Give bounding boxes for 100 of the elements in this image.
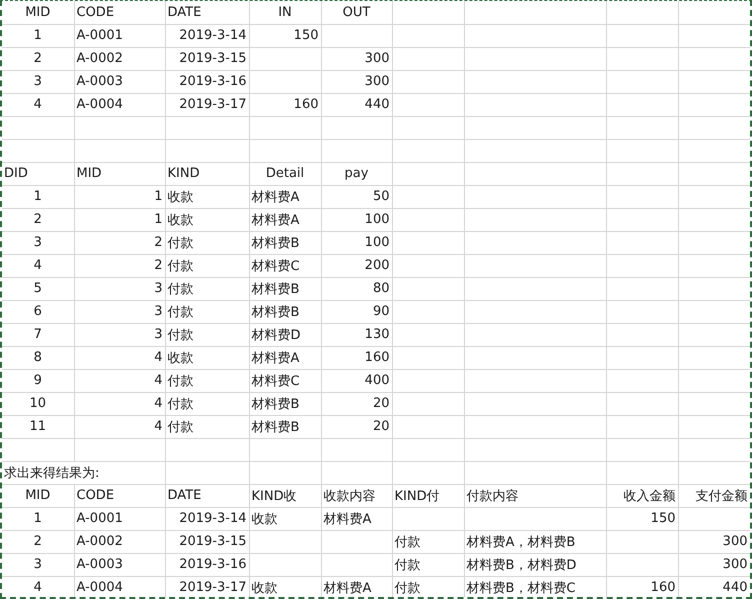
table-cell: 2 <box>2 47 74 70</box>
table-cell: 4 <box>74 346 165 369</box>
column-header: IN <box>249 1 321 24</box>
table-cell: 1 <box>2 507 74 530</box>
table-cell: 材料费C <box>249 369 321 392</box>
table-cell: 1 <box>2 185 74 208</box>
table-cell: A-0004 <box>74 93 165 116</box>
table-cell: 2019-3-15 <box>165 530 249 553</box>
table-cell: 9 <box>2 369 74 392</box>
table-cell: 2 <box>74 254 165 277</box>
column-header: KIND <box>165 162 249 185</box>
table-cell: 7 <box>2 323 74 346</box>
column-header: MID <box>2 484 74 507</box>
table-cell: 付款 <box>165 231 249 254</box>
table-cell: A-0004 <box>74 576 165 597</box>
table-cell: 3 <box>74 323 165 346</box>
table-cell: A-0001 <box>74 24 165 47</box>
table-cell: 材料费B，材料费C <box>464 576 606 597</box>
column-header: 付款内容 <box>464 484 606 507</box>
table-cell: 付款 <box>165 254 249 277</box>
table-cell: 130 <box>321 323 392 346</box>
column-header: CODE <box>74 1 165 24</box>
table-cell: 材料费A <box>321 576 392 597</box>
table-cell: 收款 <box>165 208 249 231</box>
table-cell: 收款 <box>165 346 249 369</box>
table-cell: 80 <box>321 277 392 300</box>
table-cell: 4 <box>74 392 165 415</box>
column-header: KIND付 <box>392 484 464 507</box>
column-header: DID <box>2 162 74 185</box>
table-cell: 3 <box>2 553 74 576</box>
table-cell: 收款 <box>249 507 321 530</box>
table-cell: 2019-3-15 <box>165 47 249 70</box>
table-cell: 付款 <box>392 576 464 597</box>
table-cell: 材料费B <box>249 415 321 438</box>
table-cell: 150 <box>606 507 678 530</box>
table-cell: 材料费A <box>249 208 321 231</box>
column-header: KIND收 <box>249 484 321 507</box>
table-cell: 400 <box>321 369 392 392</box>
table-cell: 300 <box>321 70 392 93</box>
table-cell: 付款 <box>165 277 249 300</box>
table-cell: 付款 <box>392 553 464 576</box>
table-cell: 300 <box>321 47 392 70</box>
column-header: OUT <box>321 1 392 24</box>
table-cell: 付款 <box>165 415 249 438</box>
table-cell: 付款 <box>165 300 249 323</box>
table-cell: 材料费A <box>249 346 321 369</box>
table-cell: 200 <box>321 254 392 277</box>
column-header: DATE <box>165 1 249 24</box>
table-cell: 2 <box>2 208 74 231</box>
column-header: 收入金额 <box>606 484 678 507</box>
column-header: 收款内容 <box>321 484 392 507</box>
table-cell: 1 <box>2 24 74 47</box>
column-header: CODE <box>74 484 165 507</box>
table-cell: 3 <box>2 231 74 254</box>
table-cell: A-0001 <box>74 507 165 530</box>
table-cell: A-0002 <box>74 530 165 553</box>
table-cell: 材料费A <box>249 185 321 208</box>
table-cell: 4 <box>2 254 74 277</box>
table-cell: 材料费B <box>249 392 321 415</box>
table-cell: 2019-3-14 <box>165 507 249 530</box>
table-cell: 3 <box>74 277 165 300</box>
column-header: Detail <box>249 162 321 185</box>
table-cell: 2019-3-16 <box>165 553 249 576</box>
table-cell: 1 <box>74 185 165 208</box>
table-cell: 材料费B，材料费D <box>464 553 606 576</box>
table-cell: 收款 <box>165 185 249 208</box>
table-cell: 2019-3-16 <box>165 70 249 93</box>
table-cell: 2019-3-17 <box>165 93 249 116</box>
table-cell: 20 <box>321 392 392 415</box>
table-cell: 150 <box>249 24 321 47</box>
table-cell: A-0003 <box>74 70 165 93</box>
table-cell: 付款 <box>165 323 249 346</box>
table-cell: 3 <box>2 70 74 93</box>
table-cell: 50 <box>321 185 392 208</box>
note-text: 求出来得结果为: <box>2 461 165 484</box>
column-header: DATE <box>165 484 249 507</box>
table-cell: 100 <box>321 208 392 231</box>
table-cell: 4 <box>2 93 74 116</box>
column-header: pay <box>321 162 392 185</box>
table-cell: 材料费D <box>249 323 321 346</box>
table-cell: 100 <box>321 231 392 254</box>
table-cell: 160 <box>321 346 392 369</box>
table-cell: 2019-3-14 <box>165 24 249 47</box>
table-cell: 2 <box>74 231 165 254</box>
table-cell: 材料费B <box>249 277 321 300</box>
table-cell: A-0003 <box>74 553 165 576</box>
table-cell: 20 <box>321 415 392 438</box>
table-cell: 收款 <box>249 576 321 597</box>
table-cell: 材料费B <box>249 300 321 323</box>
column-header: MID <box>74 162 165 185</box>
table-cell: 90 <box>321 300 392 323</box>
table-cell: 160 <box>249 93 321 116</box>
table-cell: A-0002 <box>74 47 165 70</box>
table-cell: 440 <box>321 93 392 116</box>
table-cell: 付款 <box>165 369 249 392</box>
table-cell: 1 <box>74 208 165 231</box>
table-cell: 4 <box>74 415 165 438</box>
table-cell: 材料费A <box>321 507 392 530</box>
table-cell: 2 <box>2 530 74 553</box>
table-cell: 材料费A，材料费B <box>464 530 606 553</box>
